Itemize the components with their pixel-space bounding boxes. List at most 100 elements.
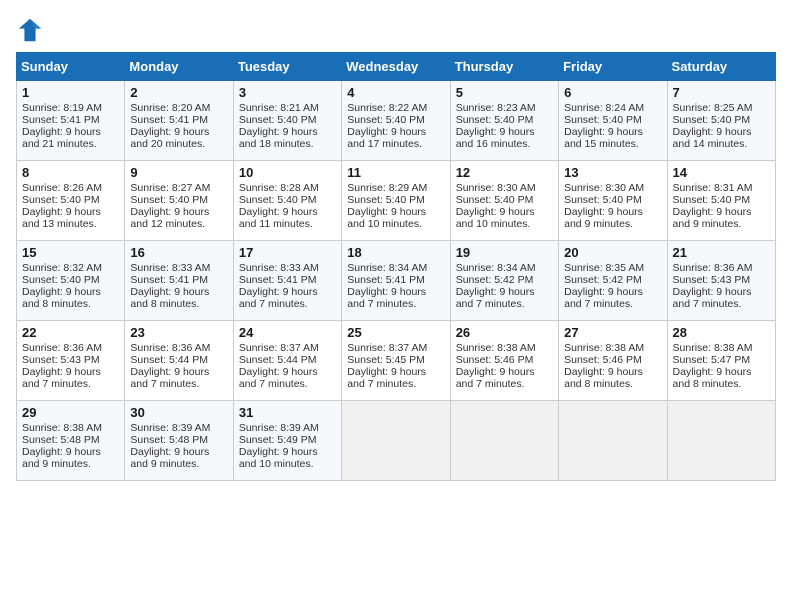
day-number: 19 bbox=[456, 245, 553, 260]
header bbox=[16, 16, 776, 44]
day-number: 6 bbox=[564, 85, 661, 100]
sunset: Sunset: 5:40 PM bbox=[347, 114, 425, 126]
sunset: Sunset: 5:40 PM bbox=[22, 194, 100, 206]
sunrise: Sunrise: 8:37 AM bbox=[239, 342, 319, 354]
calendar-cell: 1Sunrise: 8:19 AMSunset: 5:41 PMDaylight… bbox=[17, 81, 125, 161]
logo-icon bbox=[16, 16, 44, 44]
col-header-tuesday: Tuesday bbox=[233, 53, 341, 81]
sunrise: Sunrise: 8:25 AM bbox=[673, 102, 753, 114]
week-row-4: 22Sunrise: 8:36 AMSunset: 5:43 PMDayligh… bbox=[17, 321, 776, 401]
sunrise: Sunrise: 8:21 AM bbox=[239, 102, 319, 114]
day-number: 1 bbox=[22, 85, 119, 100]
calendar-cell: 21Sunrise: 8:36 AMSunset: 5:43 PMDayligh… bbox=[667, 241, 775, 321]
day-number: 31 bbox=[239, 405, 336, 420]
calendar-cell: 11Sunrise: 8:29 AMSunset: 5:40 PMDayligh… bbox=[342, 161, 450, 241]
calendar-cell bbox=[667, 401, 775, 481]
sunset: Sunset: 5:41 PM bbox=[347, 274, 425, 286]
sunset: Sunset: 5:40 PM bbox=[22, 274, 100, 286]
sunset: Sunset: 5:40 PM bbox=[130, 194, 208, 206]
calendar-cell bbox=[450, 401, 558, 481]
col-header-friday: Friday bbox=[559, 53, 667, 81]
calendar-cell: 29Sunrise: 8:38 AMSunset: 5:48 PMDayligh… bbox=[17, 401, 125, 481]
day-number: 5 bbox=[456, 85, 553, 100]
sunrise: Sunrise: 8:30 AM bbox=[456, 182, 536, 194]
sunrise: Sunrise: 8:29 AM bbox=[347, 182, 427, 194]
daylight: Daylight: 9 hours and 15 minutes. bbox=[564, 126, 643, 150]
calendar-cell: 24Sunrise: 8:37 AMSunset: 5:44 PMDayligh… bbox=[233, 321, 341, 401]
calendar-cell: 15Sunrise: 8:32 AMSunset: 5:40 PMDayligh… bbox=[17, 241, 125, 321]
sunset: Sunset: 5:40 PM bbox=[564, 114, 642, 126]
day-number: 11 bbox=[347, 165, 444, 180]
sunrise: Sunrise: 8:28 AM bbox=[239, 182, 319, 194]
calendar-cell: 26Sunrise: 8:38 AMSunset: 5:46 PMDayligh… bbox=[450, 321, 558, 401]
sunrise: Sunrise: 8:37 AM bbox=[347, 342, 427, 354]
sunrise: Sunrise: 8:38 AM bbox=[564, 342, 644, 354]
sunset: Sunset: 5:49 PM bbox=[239, 434, 317, 446]
calendar-cell: 3Sunrise: 8:21 AMSunset: 5:40 PMDaylight… bbox=[233, 81, 341, 161]
day-number: 23 bbox=[130, 325, 227, 340]
sunset: Sunset: 5:40 PM bbox=[564, 194, 642, 206]
day-number: 3 bbox=[239, 85, 336, 100]
sunrise: Sunrise: 8:22 AM bbox=[347, 102, 427, 114]
sunrise: Sunrise: 8:32 AM bbox=[22, 262, 102, 274]
day-number: 21 bbox=[673, 245, 770, 260]
daylight: Daylight: 9 hours and 13 minutes. bbox=[22, 206, 101, 230]
daylight: Daylight: 9 hours and 21 minutes. bbox=[22, 126, 101, 150]
calendar-cell: 14Sunrise: 8:31 AMSunset: 5:40 PMDayligh… bbox=[667, 161, 775, 241]
sunset: Sunset: 5:42 PM bbox=[564, 274, 642, 286]
calendar-cell: 13Sunrise: 8:30 AMSunset: 5:40 PMDayligh… bbox=[559, 161, 667, 241]
col-header-wednesday: Wednesday bbox=[342, 53, 450, 81]
sunrise: Sunrise: 8:23 AM bbox=[456, 102, 536, 114]
daylight: Daylight: 9 hours and 7 minutes. bbox=[456, 286, 535, 310]
daylight: Daylight: 9 hours and 10 minutes. bbox=[239, 446, 318, 470]
daylight: Daylight: 9 hours and 7 minutes. bbox=[564, 286, 643, 310]
daylight: Daylight: 9 hours and 20 minutes. bbox=[130, 126, 209, 150]
daylight: Daylight: 9 hours and 7 minutes. bbox=[673, 286, 752, 310]
daylight: Daylight: 9 hours and 7 minutes. bbox=[347, 366, 426, 390]
week-row-3: 15Sunrise: 8:32 AMSunset: 5:40 PMDayligh… bbox=[17, 241, 776, 321]
calendar-cell: 10 Sunrise: 8:28 AMSunset: 5:40 PMDayligh… bbox=[233, 161, 341, 241]
daylight: Daylight: 9 hours and 8 minutes. bbox=[564, 366, 643, 390]
calendar-cell: 20Sunrise: 8:35 AMSunset: 5:42 PMDayligh… bbox=[559, 241, 667, 321]
calendar-cell: 18Sunrise: 8:34 AMSunset: 5:41 PMDayligh… bbox=[342, 241, 450, 321]
sunset: Sunset: 5:43 PM bbox=[673, 274, 751, 286]
sunrise: Sunrise: 8:33 AM bbox=[239, 262, 319, 274]
daylight: Daylight: 9 hours and 14 minutes. bbox=[673, 126, 752, 150]
sunset: Sunset: 5:41 PM bbox=[130, 274, 208, 286]
daylight: Daylight: 9 hours and 10 minutes. bbox=[347, 206, 426, 230]
calendar-cell: 4Sunrise: 8:22 AMSunset: 5:40 PMDaylight… bbox=[342, 81, 450, 161]
daylight: Daylight: 9 hours and 16 minutes. bbox=[456, 126, 535, 150]
sunset: Sunset: 5:48 PM bbox=[22, 434, 100, 446]
sunset: Sunset: 5:41 PM bbox=[130, 114, 208, 126]
calendar-cell bbox=[342, 401, 450, 481]
calendar-cell: 31Sunrise: 8:39 AMSunset: 5:49 PMDayligh… bbox=[233, 401, 341, 481]
day-number: 25 bbox=[347, 325, 444, 340]
day-number: 28 bbox=[673, 325, 770, 340]
calendar-cell: 5 Sunrise: 8:23 AMSunset: 5:40 PMDaylight… bbox=[450, 81, 558, 161]
calendar-cell bbox=[559, 401, 667, 481]
day-number: 29 bbox=[22, 405, 119, 420]
sunset: Sunset: 5:40 PM bbox=[239, 194, 317, 206]
calendar-cell: 27Sunrise: 8:38 AMSunset: 5:46 PMDayligh… bbox=[559, 321, 667, 401]
week-row-1: 1Sunrise: 8:19 AMSunset: 5:41 PMDaylight… bbox=[17, 81, 776, 161]
day-number: 17 bbox=[239, 245, 336, 260]
col-header-monday: Monday bbox=[125, 53, 233, 81]
sunrise: Sunrise: 8:31 AM bbox=[673, 182, 753, 194]
sunset: Sunset: 5:41 PM bbox=[239, 274, 317, 286]
calendar-cell: 23Sunrise: 8:36 AMSunset: 5:44 PMDayligh… bbox=[125, 321, 233, 401]
daylight: Daylight: 9 hours and 7 minutes. bbox=[239, 366, 318, 390]
sunset: Sunset: 5:40 PM bbox=[456, 114, 534, 126]
sunset: Sunset: 5:47 PM bbox=[673, 354, 751, 366]
day-number: 13 bbox=[564, 165, 661, 180]
daylight: Daylight: 9 hours and 9 minutes. bbox=[564, 206, 643, 230]
daylight: Daylight: 9 hours and 17 minutes. bbox=[347, 126, 426, 150]
day-number: 24 bbox=[239, 325, 336, 340]
calendar-cell: 9Sunrise: 8:27 AMSunset: 5:40 PMDaylight… bbox=[125, 161, 233, 241]
sunrise: Sunrise: 8:36 AM bbox=[130, 342, 210, 354]
daylight: Daylight: 9 hours and 7 minutes. bbox=[239, 286, 318, 310]
day-number: 8 bbox=[22, 165, 119, 180]
daylight: Daylight: 9 hours and 11 minutes. bbox=[239, 206, 318, 230]
day-number: 10 bbox=[239, 165, 336, 180]
sunset: Sunset: 5:41 PM bbox=[22, 114, 100, 126]
sunset: Sunset: 5:43 PM bbox=[22, 354, 100, 366]
